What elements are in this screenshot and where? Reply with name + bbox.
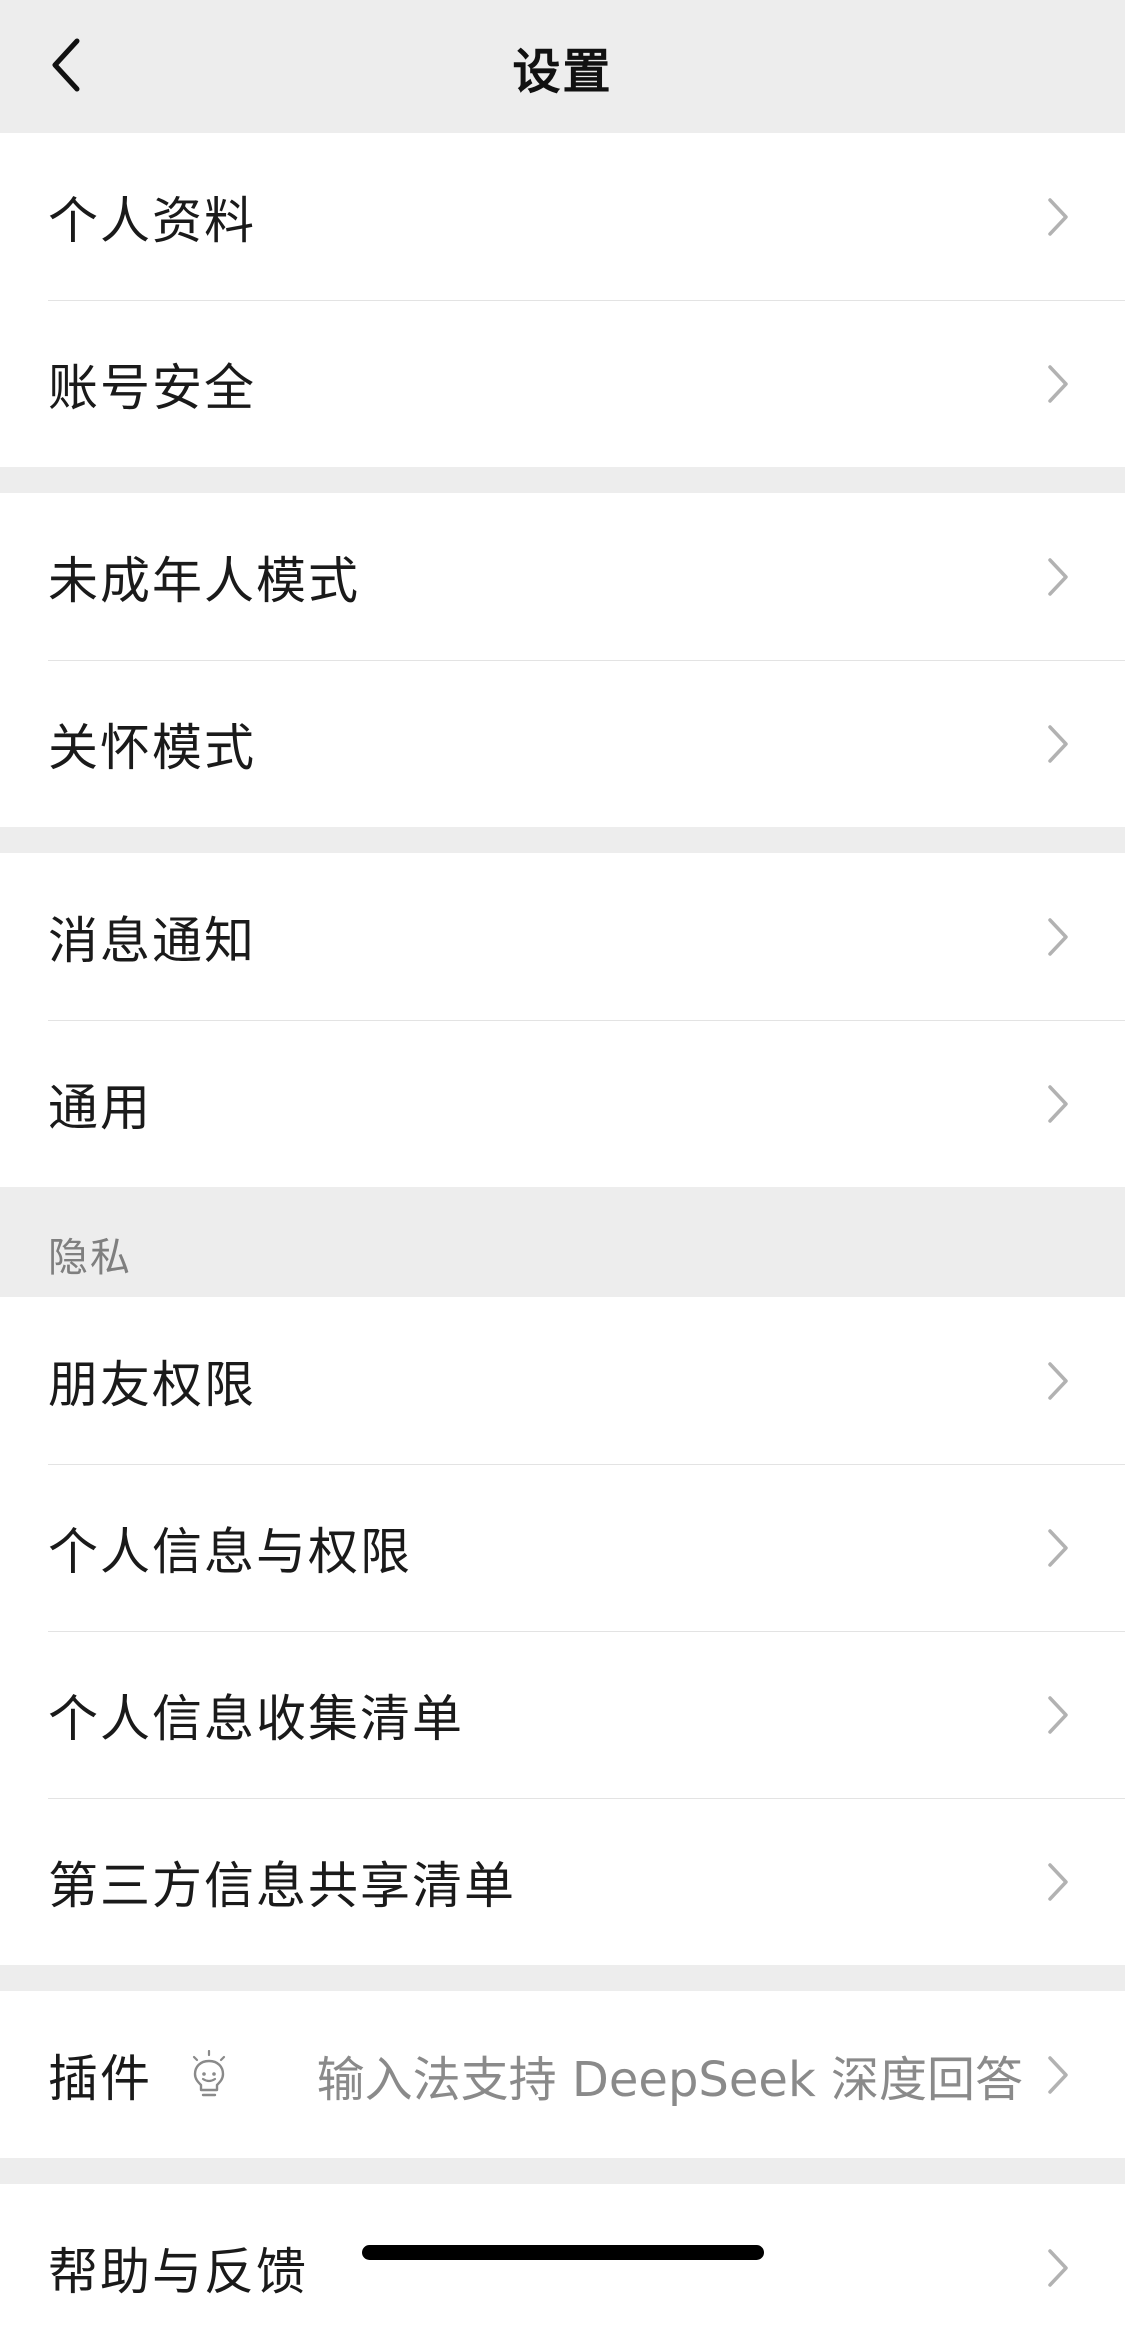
settings-item-info-collection-list[interactable]: 个人信息收集清单	[0, 1631, 1125, 1798]
home-indicator[interactable]	[362, 2245, 764, 2260]
page-title: 设置	[512, 43, 613, 100]
chevron-right-icon	[1045, 555, 1071, 599]
settings-item-label: 未成年人模式	[48, 551, 360, 610]
chevron-right-icon	[1045, 1082, 1071, 1126]
chevron-left-icon	[52, 38, 80, 92]
settings-item-label: 通用	[48, 1078, 152, 1137]
settings-item-plugins[interactable]: 插件 输入法支持 DeepSeek 深度回答	[0, 1991, 1125, 2158]
chevron-right-icon	[1045, 915, 1071, 959]
settings-item-help-feedback[interactable]: 帮助与反馈	[0, 2184, 1125, 2351]
settings-item-label: 关怀模式	[48, 718, 256, 777]
chevron-right-icon	[1045, 1526, 1071, 1570]
chevron-right-icon	[1045, 1359, 1071, 1403]
settings-item-care-mode[interactable]: 关怀模式	[0, 660, 1125, 827]
settings-item-label: 插件	[48, 2049, 152, 2108]
settings-group-privacy: 朋友权限 个人信息与权限 个人信息收集清单 第三方信息共享清单	[0, 1297, 1125, 1965]
plugin-description: 输入法支持 DeepSeek 深度回答	[316, 2051, 1023, 2108]
chevron-right-icon	[1045, 1693, 1071, 1737]
settings-group-help: 帮助与反馈	[0, 2184, 1125, 2351]
lightbulb-icon	[186, 2049, 232, 2100]
settings-item-third-party-sharing-list[interactable]: 第三方信息共享清单	[0, 1798, 1125, 1965]
settings-item-general[interactable]: 通用	[0, 1020, 1125, 1187]
settings-group-plugins: 插件 输入法支持 DeepSeek 深度回答	[0, 1991, 1125, 2158]
settings-item-profile[interactable]: 个人资料	[0, 133, 1125, 300]
settings-group-modes: 未成年人模式 关怀模式	[0, 493, 1125, 827]
section-header-privacy: 隐私	[0, 1187, 1125, 1297]
settings-item-personal-info-permissions[interactable]: 个人信息与权限	[0, 1464, 1125, 1631]
settings-item-friend-permissions[interactable]: 朋友权限	[0, 1297, 1125, 1464]
settings-item-label: 第三方信息共享清单	[48, 1856, 516, 1915]
chevron-right-icon	[1045, 722, 1071, 766]
settings-group-account: 个人资料 账号安全	[0, 133, 1125, 467]
settings-item-label: 消息通知	[48, 911, 256, 970]
chevron-right-icon	[1045, 1860, 1071, 1904]
settings-item-label: 个人资料	[48, 191, 256, 250]
chevron-right-icon	[1045, 195, 1071, 239]
section-title: 隐私	[48, 1235, 132, 1281]
nav-bar: 设置	[0, 0, 1125, 133]
settings-item-label: 账号安全	[48, 358, 256, 417]
settings-group-general: 消息通知 通用	[0, 853, 1125, 1187]
chevron-right-icon	[1045, 362, 1071, 406]
settings-item-label: 帮助与反馈	[48, 2242, 308, 2301]
settings-item-account-security[interactable]: 账号安全	[0, 300, 1125, 467]
settings-item-label: 朋友权限	[48, 1355, 256, 1414]
settings-item-label: 个人信息收集清单	[48, 1689, 464, 1748]
settings-item-label: 个人信息与权限	[48, 1522, 412, 1581]
chevron-right-icon	[1045, 2053, 1071, 2097]
back-button[interactable]	[36, 30, 96, 100]
settings-item-minor-mode[interactable]: 未成年人模式	[0, 493, 1125, 660]
chevron-right-icon	[1045, 2246, 1071, 2290]
settings-item-notifications[interactable]: 消息通知	[0, 853, 1125, 1020]
